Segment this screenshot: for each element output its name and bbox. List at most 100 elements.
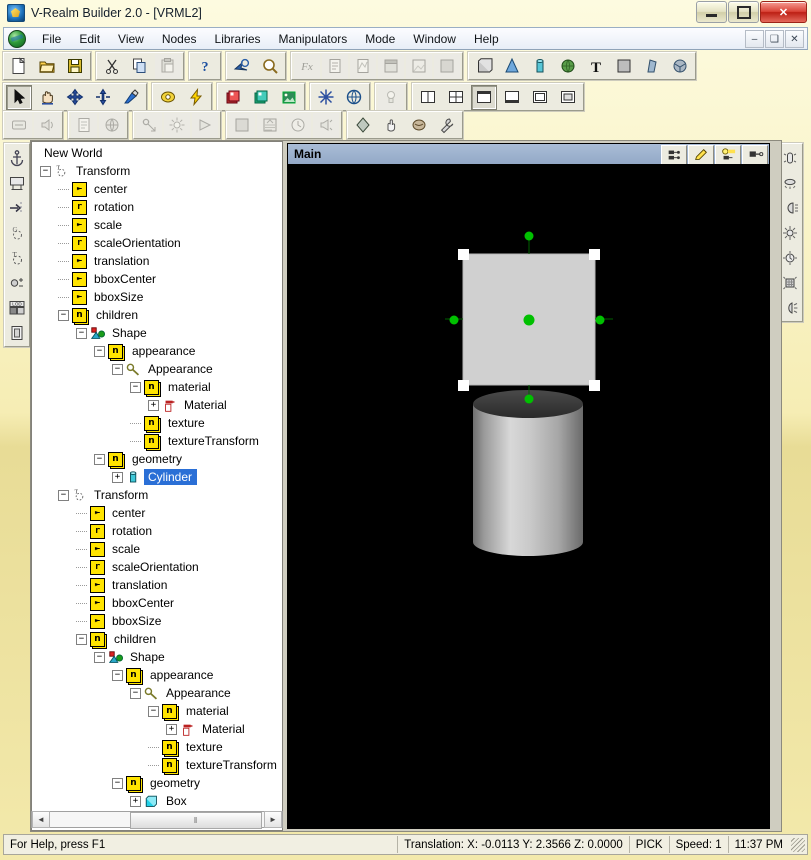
render-icon[interactable] — [155, 84, 181, 110]
viewport-light-button[interactable] — [715, 145, 741, 165]
viewport-canvas[interactable] — [288, 164, 769, 828]
collapse-icon[interactable]: − — [148, 705, 159, 717]
lod-icon[interactable]: LOD — [5, 296, 29, 319]
tree-node-scale[interactable]: ⇤ scale — [32, 540, 282, 558]
menu-item-edit[interactable]: Edit — [70, 29, 109, 49]
proto-icon[interactable] — [5, 321, 29, 344]
scroll-thumb[interactable]: ‖ — [130, 812, 262, 829]
resize-grip-icon[interactable] — [791, 837, 805, 852]
collapse-icon[interactable]: − — [40, 165, 51, 177]
scroll-right-arrow-icon[interactable]: ► — [264, 811, 282, 828]
view-top-icon[interactable] — [527, 84, 553, 110]
tree-node-texture[interactable]: n texture — [32, 738, 282, 756]
transform-icon[interactable]: T — [5, 246, 29, 269]
find-icon[interactable] — [257, 53, 283, 79]
layer-blue-icon[interactable] — [248, 84, 274, 110]
scroll-track[interactable]: ‖ — [50, 812, 264, 829]
collapse-icon[interactable]: − — [58, 309, 69, 321]
save-file-icon[interactable] — [62, 53, 88, 79]
layer-image-icon[interactable] — [276, 84, 302, 110]
expand-icon[interactable]: + — [166, 723, 177, 735]
tree-node-transform[interactable]: − T Transform — [32, 486, 282, 504]
tree-node-new-world[interactable]: New World — [32, 144, 282, 162]
tools-options-icon[interactable] — [434, 112, 460, 138]
tree-node-appearance[interactable]: − n appearance — [32, 342, 282, 360]
view-bottom-icon[interactable] — [499, 84, 525, 110]
cone-primitive-icon[interactable] — [499, 53, 525, 79]
close-button[interactable]: ✕ — [760, 1, 807, 23]
layer-red-icon[interactable] — [220, 84, 246, 110]
menu-item-help[interactable]: Help — [465, 29, 508, 49]
fast-render-icon[interactable] — [183, 84, 209, 110]
menu-item-libraries[interactable]: Libraries — [206, 29, 270, 49]
tree-node-material[interactable]: + Material — [32, 720, 282, 738]
expand-icon[interactable]: + — [130, 795, 141, 807]
viewport-edit-button[interactable] — [688, 145, 714, 165]
menu-item-nodes[interactable]: Nodes — [153, 29, 206, 49]
menu-item-mode[interactable]: Mode — [356, 29, 404, 49]
collapse-icon[interactable]: − — [130, 687, 141, 699]
split-quad-icon[interactable] — [443, 84, 469, 110]
tree-node-material[interactable]: − n material — [32, 702, 282, 720]
expand-icon[interactable]: + — [148, 399, 159, 411]
tree-horizontal-scrollbar[interactable]: ◄ ‖ ► — [31, 811, 283, 829]
minimize-button[interactable] — [696, 1, 727, 23]
tree-node-cylinder[interactable]: + Cylinder — [32, 468, 282, 486]
proximity-sensor-icon[interactable] — [406, 112, 432, 138]
collapse-icon[interactable]: − — [76, 327, 87, 339]
sphere-primitive-icon[interactable] — [555, 53, 581, 79]
pan-hand-tool-icon[interactable] — [34, 84, 60, 110]
collapse-icon[interactable]: − — [112, 777, 123, 789]
cut-icon[interactable] — [99, 53, 125, 79]
tree-node-shape[interactable]: − Shape — [32, 648, 282, 666]
tree-node-texturetransform[interactable]: n textureTransform — [32, 432, 282, 450]
viewport-camera-button[interactable] — [742, 145, 768, 165]
anchor-icon[interactable] — [5, 146, 29, 169]
tree-node-scale[interactable]: ⇤ scale — [32, 216, 282, 234]
collapse-icon[interactable]: − — [112, 363, 123, 375]
snap-icon[interactable] — [313, 84, 339, 110]
menu-item-window[interactable]: Window — [404, 29, 465, 49]
tree-node-rotation[interactable]: r rotation — [32, 198, 282, 216]
tree-node-texturetransform[interactable]: n textureTransform — [32, 756, 282, 774]
indexed-face-set-icon[interactable] — [667, 53, 693, 79]
cylinder-primitive-icon[interactable] — [527, 53, 553, 79]
menu-item-manipulators[interactable]: Manipulators — [270, 29, 357, 49]
help-context-icon[interactable]: ? — [192, 53, 218, 79]
menu-item-file[interactable]: File — [33, 29, 70, 49]
tree-node-material[interactable]: − n material — [32, 378, 282, 396]
view-single-icon[interactable] — [471, 84, 497, 110]
scale-tool-icon[interactable] — [90, 84, 116, 110]
expand-icon[interactable]: + — [112, 471, 123, 483]
tree-node-bboxcenter[interactable]: ⇤ bboxCenter — [32, 270, 282, 288]
mdi-minimize-button[interactable]: – — [745, 30, 764, 48]
group-icon[interactable]: G — [5, 221, 29, 244]
tree-node-center[interactable]: ⇤ center — [32, 180, 282, 198]
billboard-icon[interactable] — [5, 171, 29, 194]
tree-node-appearance[interactable]: − Appearance — [32, 684, 282, 702]
mdi-close-button[interactable]: ✕ — [785, 30, 804, 48]
view-full-icon[interactable] — [555, 84, 581, 110]
tree-node-children[interactable]: − n children — [32, 630, 282, 648]
text-primitive-icon[interactable]: T — [583, 53, 609, 79]
box-primitive-icon[interactable] — [471, 53, 497, 79]
tree-node-texture[interactable]: n texture — [32, 414, 282, 432]
tree-node-appearance[interactable]: − Appearance — [32, 360, 282, 378]
copy-icon[interactable] — [127, 53, 153, 79]
shape-hint-icon[interactable] — [350, 112, 376, 138]
tree-node-translation[interactable]: ⇤ translation — [32, 252, 282, 270]
switch-icon[interactable] — [5, 271, 29, 294]
mdi-restore-button[interactable]: ❑ — [765, 30, 784, 48]
select-node-icon[interactable] — [229, 53, 255, 79]
tree-node-geometry[interactable]: − n geometry — [32, 774, 282, 792]
collapse-icon[interactable]: − — [94, 453, 105, 465]
collapse-icon[interactable]: − — [58, 489, 69, 501]
tree-node-children[interactable]: − n children — [32, 306, 282, 324]
tree-node-shape[interactable]: − Shape — [32, 324, 282, 342]
pointer-tool-icon[interactable] — [6, 84, 32, 110]
tree-node-translation[interactable]: ⇤ translation — [32, 576, 282, 594]
collapse-icon[interactable]: − — [76, 633, 87, 645]
new-file-icon[interactable] — [6, 53, 32, 79]
viewport-render-button[interactable] — [661, 145, 687, 165]
menu-item-view[interactable]: View — [109, 29, 153, 49]
